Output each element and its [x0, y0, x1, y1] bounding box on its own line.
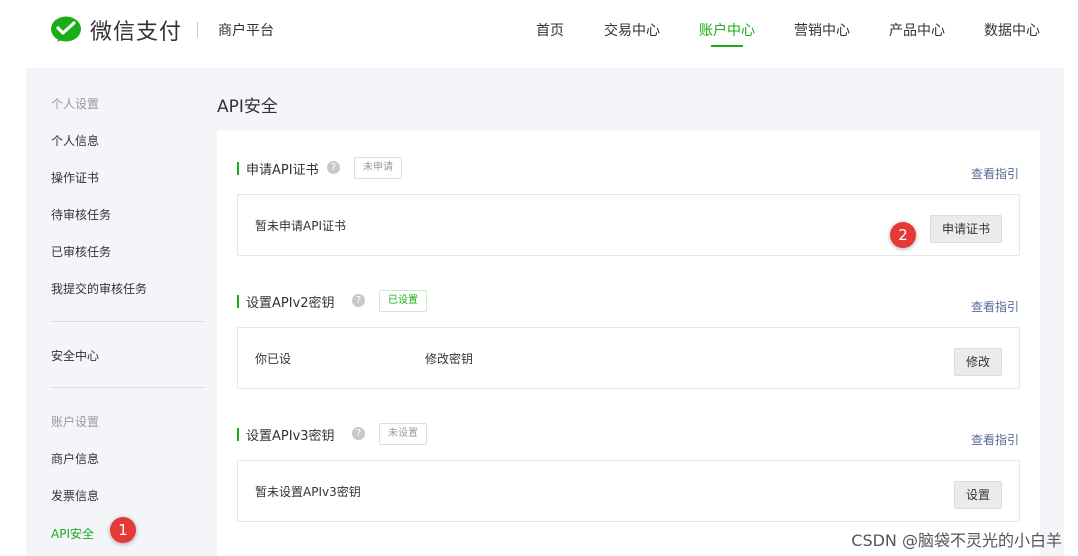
view-guide-link[interactable]: 查看指引 — [971, 431, 1019, 448]
nav-transactions[interactable]: 交易中心 — [604, 20, 660, 40]
section-marker — [237, 428, 239, 441]
help-icon[interactable]: ? — [352, 294, 365, 307]
sidebar-item-my-submitted[interactable]: 我提交的审核任务 — [51, 280, 147, 297]
view-guide-link[interactable]: 查看指引 — [971, 298, 1019, 315]
card-text-secondary: 修改密钥 — [425, 352, 474, 366]
section-marker — [237, 295, 239, 308]
sidebar-item-certificate[interactable]: 操作证书 — [51, 169, 99, 186]
top-header: 微信支付 商户平台 首页 交易中心 账户中心 营销中心 产品中心 数据中心 — [0, 0, 1078, 62]
annotation-badge: 2 — [890, 222, 916, 248]
card-text: 暂未申请API证书 — [255, 219, 346, 233]
sidebar-item-api-security[interactable]: API安全 — [51, 525, 94, 542]
apiv3-key-card: 暂未设置APIv3密钥 设置 — [237, 460, 1020, 522]
sidebar: 个人设置 个人信息 操作证书 待审核任务 已审核任务 我提交的审核任务 安全中心… — [26, 68, 206, 556]
nav-data[interactable]: 数据中心 — [984, 20, 1040, 40]
watermark: CSDN @脑袋不灵光的小白羊 — [851, 531, 1062, 550]
sidebar-item-merchant-info[interactable]: 商户信息 — [51, 450, 99, 467]
section-title-apiv3: 设置APIv3密钥 — [246, 429, 335, 444]
sidebar-divider — [51, 387, 204, 388]
brand-divider — [197, 22, 198, 38]
active-nav-indicator — [711, 45, 743, 47]
help-icon[interactable]: ? — [352, 427, 365, 440]
sidebar-divider — [51, 321, 204, 322]
modify-key-button[interactable]: 修改 — [953, 348, 1002, 376]
nav-marketing[interactable]: 营销中心 — [794, 20, 850, 40]
card-text: 暂未设置APIv3密钥 — [255, 485, 361, 499]
nav-account[interactable]: 账户中心 — [699, 20, 755, 40]
nav-products[interactable]: 产品中心 — [889, 20, 945, 40]
apiv2-key-card: 你已设 修改密钥 修改 — [237, 327, 1020, 389]
page-body: 个人设置 个人信息 操作证书 待审核任务 已审核任务 我提交的审核任务 安全中心… — [26, 68, 1064, 556]
platform-name: 商户平台 — [218, 23, 274, 39]
wechat-pay-logo-icon — [51, 16, 81, 42]
section-marker — [237, 162, 239, 175]
brand-name: 微信支付 — [90, 20, 183, 45]
help-icon[interactable]: ? — [327, 161, 340, 174]
set-key-button[interactable]: 设置 — [953, 481, 1002, 509]
section-title-apiv2: 设置APIv2密钥 — [246, 296, 335, 311]
sidebar-item-security[interactable]: 安全中心 — [51, 347, 99, 364]
status-badge: 未申请 — [354, 157, 402, 179]
sidebar-item-reviewed[interactable]: 已审核任务 — [51, 243, 111, 260]
page-title: API安全 — [217, 97, 278, 117]
sidebar-item-pending-review[interactable]: 待审核任务 — [51, 206, 111, 223]
apply-certificate-button[interactable]: 申请证书 — [929, 215, 1002, 243]
section-title-api-cert: 申请API证书 — [246, 163, 319, 178]
card-text: 你已设 — [255, 352, 292, 366]
sidebar-group-account: 账户设置 — [51, 415, 100, 429]
view-guide-link[interactable]: 查看指引 — [971, 165, 1019, 182]
api-security-panel: 申请API证书 ? 未申请 查看指引 暂未申请API证书 申请证书 设置APIv… — [217, 131, 1040, 556]
sidebar-item-invoice[interactable]: 发票信息 — [51, 487, 99, 504]
nav-home[interactable]: 首页 — [536, 20, 564, 40]
sidebar-group-personal: 个人设置 — [51, 97, 100, 111]
sidebar-item-personal-info[interactable]: 个人信息 — [51, 132, 99, 149]
status-badge: 已设置 — [379, 290, 427, 312]
annotation-badge: 1 — [110, 517, 136, 543]
status-badge: 未设置 — [379, 423, 427, 445]
